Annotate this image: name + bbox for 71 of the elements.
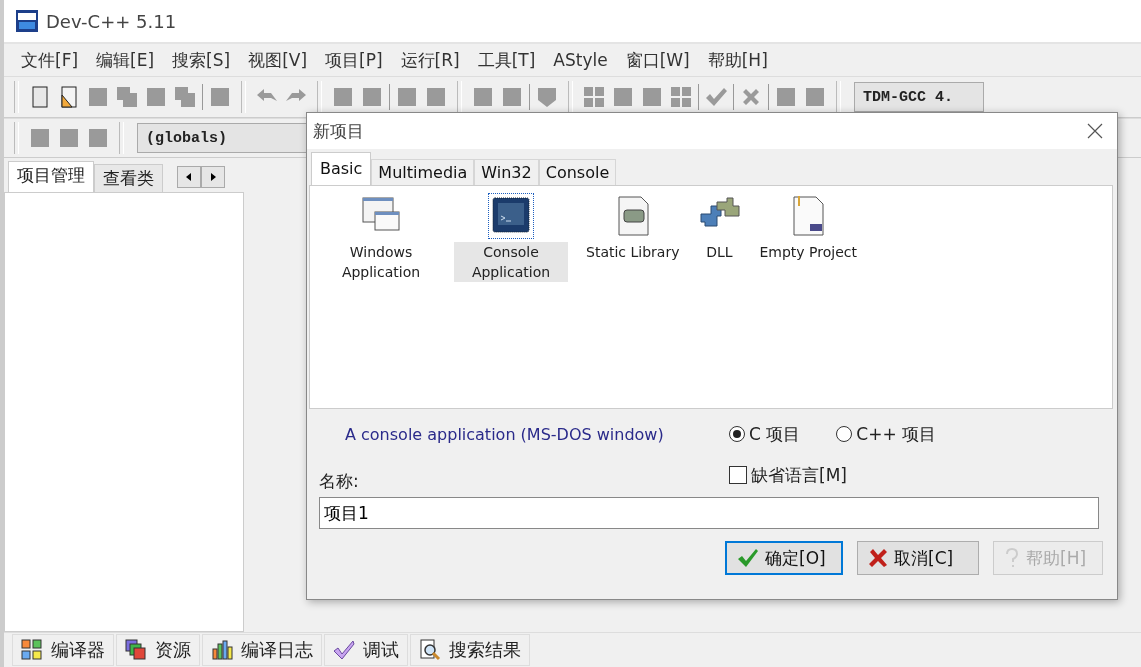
bottom-tab[interactable]: 调试: [324, 634, 408, 666]
layered-squares-icon: [125, 639, 147, 661]
menu-item[interactable]: 文件[F]: [12, 48, 88, 72]
magnifier-document-icon: [419, 639, 441, 661]
square-icon[interactable]: [360, 85, 384, 109]
window-title: Dev-C++ 5.11: [46, 10, 177, 32]
shield-icon[interactable]: [535, 85, 559, 109]
bottom-tab[interactable]: 编译器: [12, 634, 114, 666]
panel-tab[interactable]: 查看类: [94, 164, 163, 192]
square-icon[interactable]: [208, 85, 232, 109]
square-icon[interactable]: [803, 85, 827, 109]
dialog-tab[interactable]: Multimedia: [371, 159, 475, 185]
menu-item[interactable]: 帮助[H]: [698, 48, 777, 72]
square-icon[interactable]: [86, 85, 110, 109]
square-icon[interactable]: [331, 85, 355, 109]
app-logo-icon: [16, 10, 38, 32]
name-field[interactable]: 项目1: [319, 497, 1099, 529]
square-icon[interactable]: [57, 126, 81, 150]
dialog-tab[interactable]: Basic: [311, 152, 372, 185]
question-mark-icon: [1004, 548, 1020, 568]
ok-button[interactable]: 确定[O]: [725, 541, 843, 575]
stacked-squares-icon[interactable]: [115, 85, 139, 109]
square-icon[interactable]: [500, 85, 524, 109]
template-item[interactable]: Console Application: [454, 194, 568, 282]
square-icon[interactable]: [471, 85, 495, 109]
square-icon[interactable]: [86, 126, 110, 150]
bottom-tab[interactable]: 编译日志: [202, 634, 322, 666]
menu-item[interactable]: 运行[R]: [391, 48, 469, 72]
square-icon[interactable]: [395, 85, 419, 109]
bar-chart-icon: [211, 639, 233, 661]
menu-item[interactable]: 编辑[E]: [87, 48, 164, 72]
menu-item[interactable]: AStyle: [544, 50, 617, 70]
cancel-button[interactable]: 取消[C]: [857, 541, 979, 575]
template-description: A console application (MS-DOS window): [344, 424, 665, 444]
template-item[interactable]: DLL: [697, 194, 742, 262]
close-icon[interactable]: [1087, 123, 1103, 139]
left-triangle-icon: [186, 173, 192, 181]
template-item[interactable]: Empty Project: [757, 194, 859, 262]
bottom-tab[interactable]: 搜索结果: [410, 634, 530, 666]
menu-item[interactable]: 窗口[W]: [616, 48, 699, 72]
language-radio[interactable]: C++ 项目: [836, 422, 937, 446]
stacked-squares-icon[interactable]: [173, 85, 197, 109]
cross-icon: [868, 548, 888, 568]
scroll-left-button[interactable]: [177, 166, 201, 188]
menu-item[interactable]: 搜索[S]: [163, 48, 240, 72]
square-icon[interactable]: [28, 126, 52, 150]
square-icon[interactable]: [144, 85, 168, 109]
check-icon: [737, 548, 759, 568]
menu-item[interactable]: 视图[V]: [239, 48, 317, 72]
compiler-dropdown[interactable]: TDM-GCC 4.: [854, 82, 984, 112]
colored-grid-icon: [21, 639, 43, 661]
grid-icon[interactable]: [582, 85, 606, 109]
panel-tab[interactable]: 项目管理: [8, 161, 94, 192]
menu-item[interactable]: 工具[T]: [468, 48, 545, 72]
template-item[interactable]: Static Library: [584, 194, 682, 262]
language-radio[interactable]: C 项目: [729, 422, 801, 446]
grid-icon[interactable]: [669, 85, 693, 109]
dialog-tab[interactable]: Console: [538, 159, 617, 185]
scroll-right-button[interactable]: [201, 166, 225, 188]
square-icon[interactable]: [611, 85, 635, 109]
name-label: 名称:: [319, 469, 360, 493]
check-icon: [333, 639, 355, 661]
bottom-tab[interactable]: 资源: [116, 634, 200, 666]
square-icon[interactable]: [774, 85, 798, 109]
template-item[interactable]: Windows Application: [324, 194, 438, 282]
menu-item[interactable]: 项目[P]: [316, 48, 392, 72]
right-triangle-icon: [210, 173, 216, 181]
dialog-tab[interactable]: Win32: [474, 159, 539, 185]
default-language-checkbox[interactable]: 缺省语言[M]: [729, 463, 847, 487]
square-icon[interactable]: [424, 85, 448, 109]
square-icon[interactable]: [640, 85, 664, 109]
